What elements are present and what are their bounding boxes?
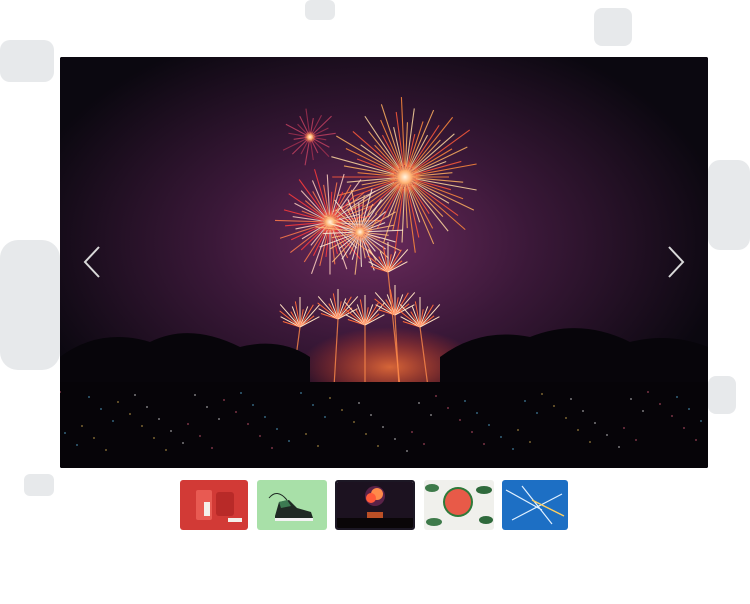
decorative-blob	[0, 40, 54, 82]
thumbnail-strip	[175, 480, 575, 532]
decorative-blob	[708, 376, 736, 414]
chevron-left-icon	[83, 246, 100, 278]
thumbnail-blue-paint[interactable]	[502, 480, 568, 530]
red-camera-image	[180, 480, 248, 530]
main-image	[60, 57, 708, 468]
chevron-right-icon	[668, 246, 685, 278]
thumbnail-sneaker[interactable]	[257, 480, 327, 530]
watermelon-image	[424, 480, 494, 530]
blue-abstract-image	[502, 480, 568, 530]
decorative-blob	[0, 240, 60, 370]
thumbnail-fireworks[interactable]	[335, 480, 415, 530]
decorative-blob	[24, 474, 54, 496]
fireworks-image	[60, 57, 708, 468]
next-image-button[interactable]	[662, 240, 690, 284]
decorative-blob	[708, 160, 750, 250]
decorative-blob	[594, 8, 632, 46]
prev-image-button[interactable]	[78, 240, 106, 284]
sneaker-image	[257, 480, 327, 530]
thumbnail-watermelon[interactable]	[424, 480, 494, 530]
fireworks-thumb-image	[337, 482, 413, 528]
thumbnail-red-camera[interactable]	[180, 480, 248, 530]
decorative-blob	[305, 0, 335, 20]
